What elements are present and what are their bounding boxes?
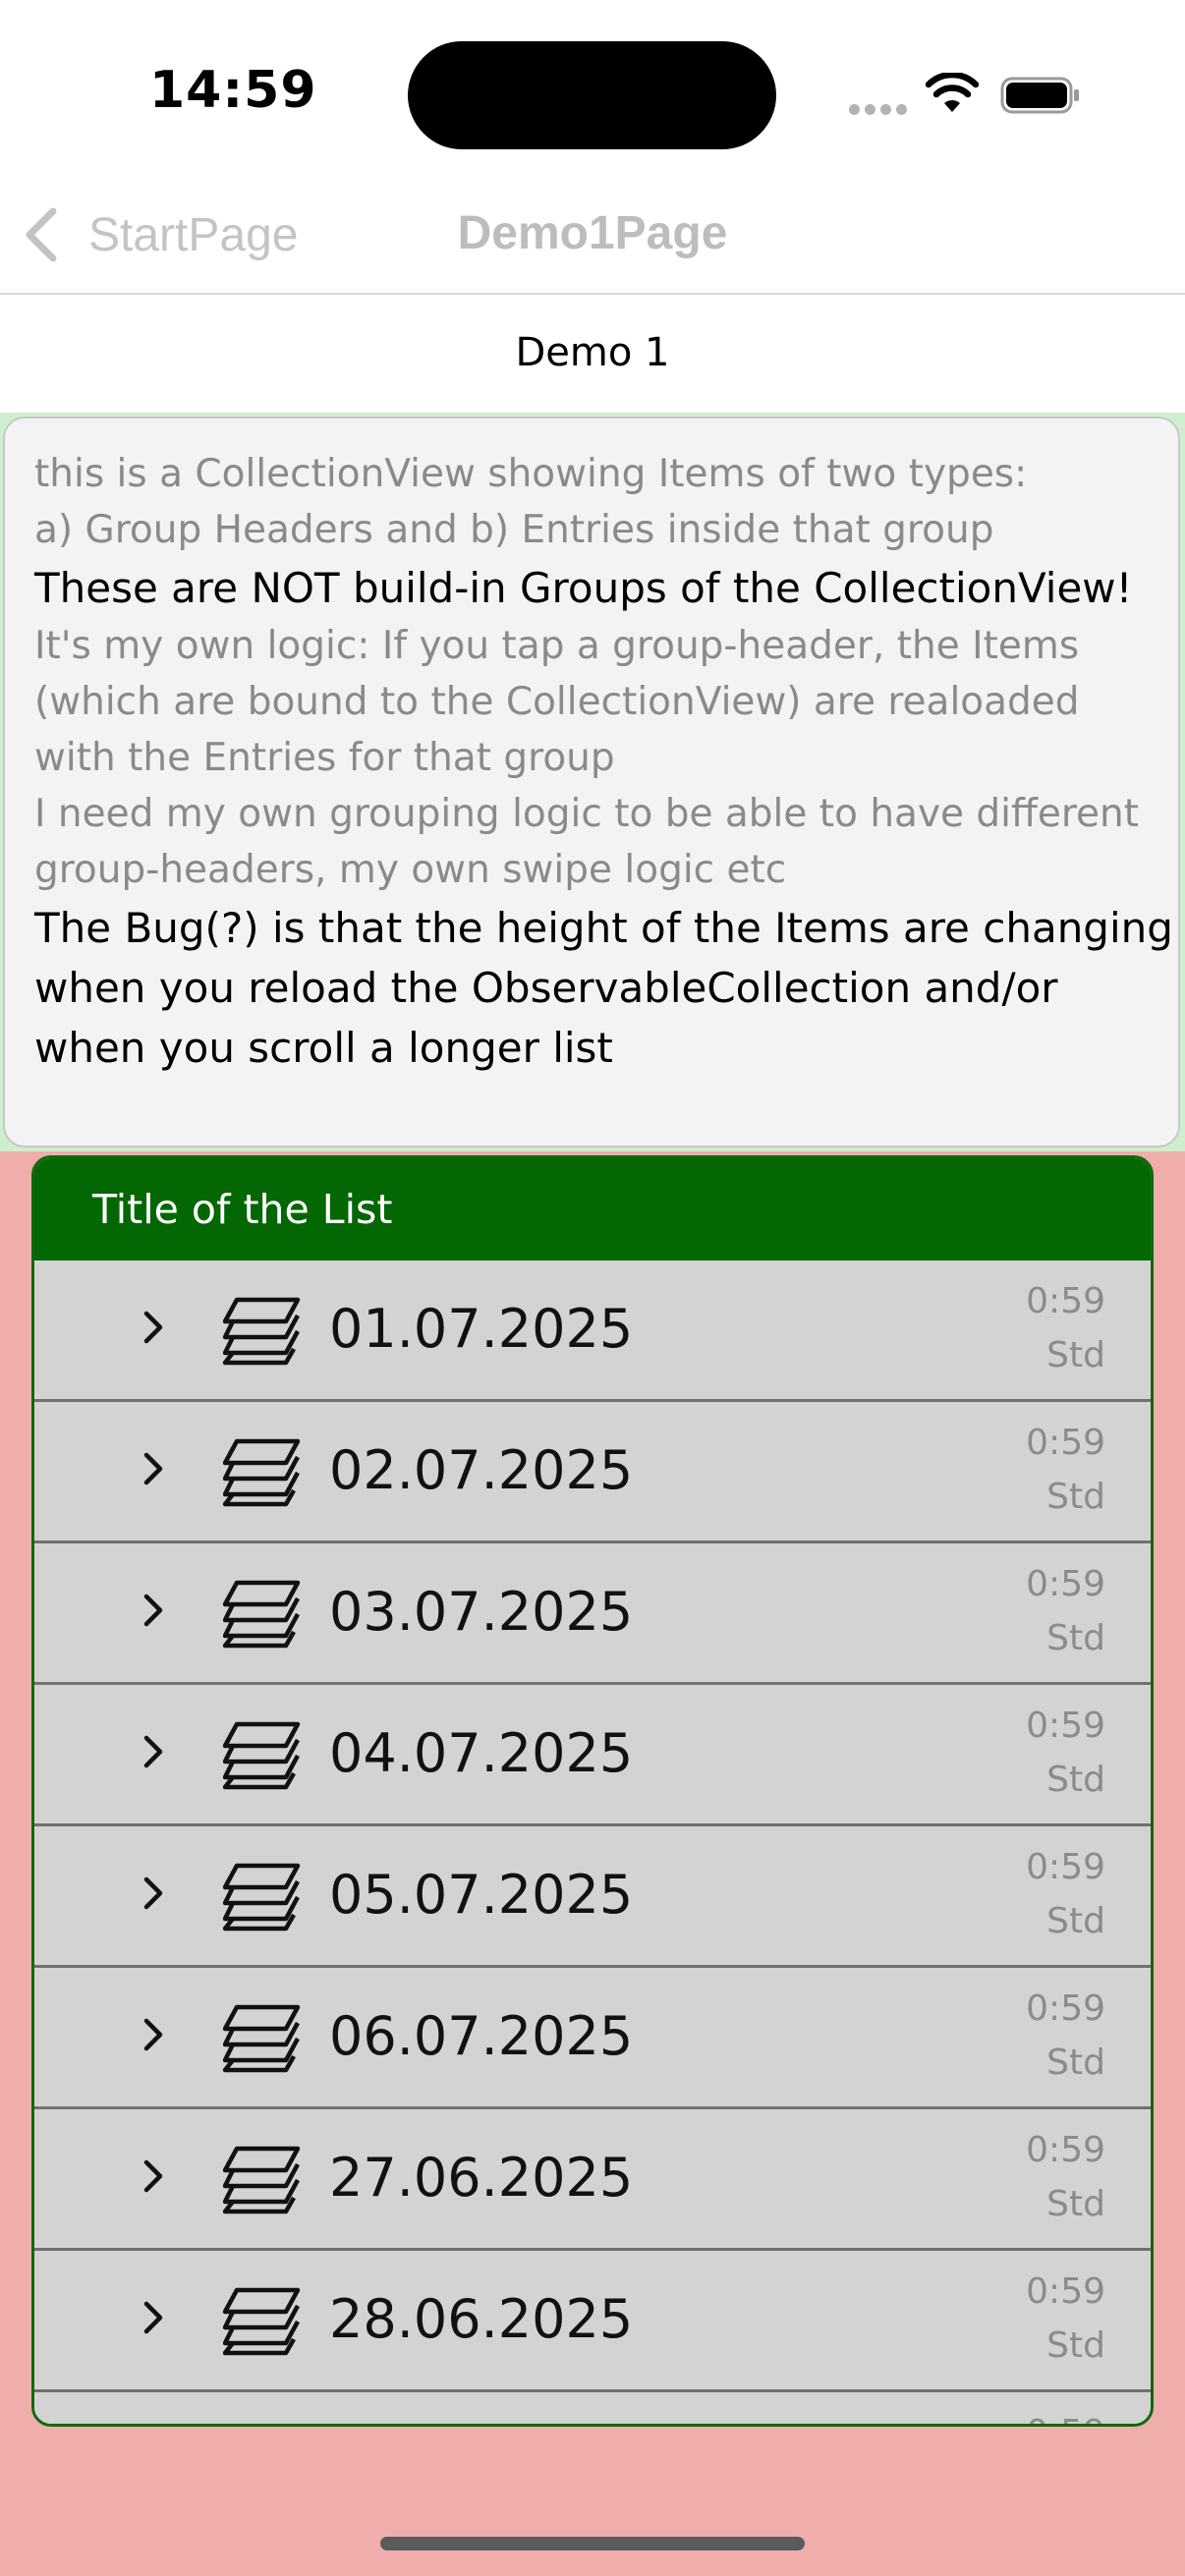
status-time: 14:59 [149,61,317,120]
row-time-value: 0:59 [1026,1706,1105,1746]
row-date: 28.06.2025 [329,2288,634,2350]
description-line: The Bug(?) is that the height of the Ite… [34,904,1173,952]
list-title: Title of the List [92,1186,393,1233]
description-line: I need my own grouping logic to be able … [34,792,1140,836]
chevron-right-icon [143,2159,163,2193]
row-time-value: 0:59 [1026,1423,1105,1463]
row-duration: 0:59 Std [1026,2123,1105,2231]
row-duration: 0:59 Std [1026,1416,1105,1524]
description-line: a) Group Headers and b) Entries inside t… [34,508,994,552]
list-item[interactable]: 03.07.2025 0:59 Std [34,1543,1151,1685]
home-indicator[interactable] [380,2537,805,2550]
list-item[interactable]: 02.07.2025 0:59 Std [34,1402,1151,1543]
row-date: 02.07.2025 [329,1439,634,1501]
list-item[interactable]: 05.07.2025 0:59 Std [34,1826,1151,1968]
description-line: It's my own logic: If you tap a group-he… [34,624,1080,668]
row-time-value: 0:59 [1026,1564,1105,1604]
row-duration: 0:59 Std [1026,1557,1105,1665]
row-time-value: 0:59 [1026,2130,1105,2170]
list-item[interactable]: 27.06.2025 0:59 Std [34,2109,1151,2251]
stack-layers-icon [223,1863,301,1932]
row-date: 04.07.2025 [329,1722,634,1784]
row-time-value: 0:59 [1026,1847,1105,1887]
row-time-unit: Std [1046,1618,1105,1658]
row-date: 05.07.2025 [329,1864,634,1926]
description-line: when you reload the ObservableCollection… [34,964,1058,1012]
row-duration: 0:59 Std [1026,1982,1105,2090]
row-duration: 0:59 Std [1026,1840,1105,1948]
description-line: when you scroll a longer list [34,1024,613,1072]
chevron-right-icon [143,1311,163,1344]
chevron-right-icon [143,2018,163,2051]
row-time-unit: Std [1046,1335,1105,1375]
description-line: These are NOT build-in Groups of the Col… [34,564,1133,612]
list-item[interactable]: 06.07.2025 0:59 Std [34,1968,1151,2109]
stack-layers-icon [223,1721,301,1790]
chevron-right-icon [143,1452,163,1485]
row-date: 06.07.2025 [329,2005,634,2067]
sub-header-title: Demo 1 [515,330,670,375]
list-item[interactable]: 01.07.2025 0:59 Std [34,1260,1151,1402]
row-time-unit: Std [1046,2325,1105,2366]
description-container: this is a CollectionView showing Items o… [0,413,1185,1151]
list-item[interactable]: 29.06.20250:59Std [34,2392,1151,2427]
chevron-right-icon [143,1876,163,1910]
dynamic-island [408,41,776,149]
row-time-value: 0:59 [1026,2406,1105,2424]
chevron-right-icon [143,1735,163,1768]
page-title: Demo1Page [457,207,728,259]
stack-layers-icon [223,1580,301,1649]
row-duration: 0:59 Std [1026,2265,1105,2373]
stack-layers-icon [223,2004,301,2073]
description-line: with the Entries for that group [34,736,615,780]
row-time-value: 0:59 [1026,1281,1105,1321]
battery-icon [1000,77,1079,114]
stack-layers-icon [223,2287,301,2356]
chevron-right-icon [143,2301,163,2334]
row-date: 27.06.2025 [329,2147,634,2209]
description-line: this is a CollectionView showing Items o… [34,452,1028,496]
list-item[interactable]: 28.06.2025 0:59 Std [34,2251,1151,2392]
row-time-unit: Std [1046,1760,1105,1800]
list-item[interactable]: 04.07.2025 0:59 Std [34,1685,1151,1826]
row-time-unit: Std [1046,1901,1105,1941]
sub-header: Demo 1 [0,295,1185,413]
status-bar: 14:59 [0,0,1185,177]
collection-view[interactable]: Title of the List 01.07.2025 0:59 Std 02.07… [31,1155,1154,2427]
row-time-value: 0:59 [1026,1988,1105,2029]
row-duration: 0:59 Std [1026,1274,1105,1382]
navigation-bar: StartPage Demo1Page [0,177,1185,295]
stack-layers-icon [223,2426,302,2427]
row-time-unit: Std [1046,2043,1105,2083]
list-header: Title of the List [34,1158,1151,1260]
cellular-signal-icon [849,104,908,116]
row-time-unit: Std [1046,2184,1105,2224]
row-duration: 0:59Std [1026,2406,1105,2424]
row-duration: 0:59 Std [1026,1699,1105,1807]
chevron-right-icon [143,1594,163,1627]
stack-layers-icon [223,1438,301,1507]
description-line: group-headers, my own swipe logic etc [34,848,787,892]
description-panel: this is a CollectionView showing Items o… [3,417,1180,1148]
list-rows: 01.07.2025 0:59 Std 02.07.2025 0:59 Std 03.07.… [34,1260,1151,2427]
row-time-unit: Std [1046,1477,1105,1517]
row-date: 01.07.2025 [329,1298,634,1360]
wifi-icon [926,73,979,112]
row-time-value: 0:59 [1026,2271,1105,2312]
description-line: (which are bound to the CollectionView) … [34,680,1080,724]
stack-layers-icon [223,1297,301,1366]
row-date: 03.07.2025 [329,1581,634,1643]
stack-layers-icon [223,2146,301,2214]
